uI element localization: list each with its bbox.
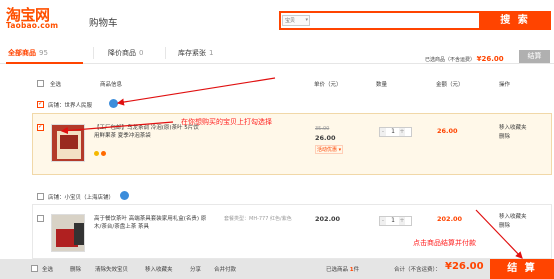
- arrow-to-settle: [475, 209, 523, 259]
- arrow-to-item: [60, 121, 174, 135]
- annotation-settle-hint: 点击商品结算并付款: [413, 239, 476, 247]
- annotation-select-hint: 在你想购买的宝贝上打勾选择: [181, 118, 272, 126]
- arrow-to-shop-checkbox: [116, 77, 276, 106]
